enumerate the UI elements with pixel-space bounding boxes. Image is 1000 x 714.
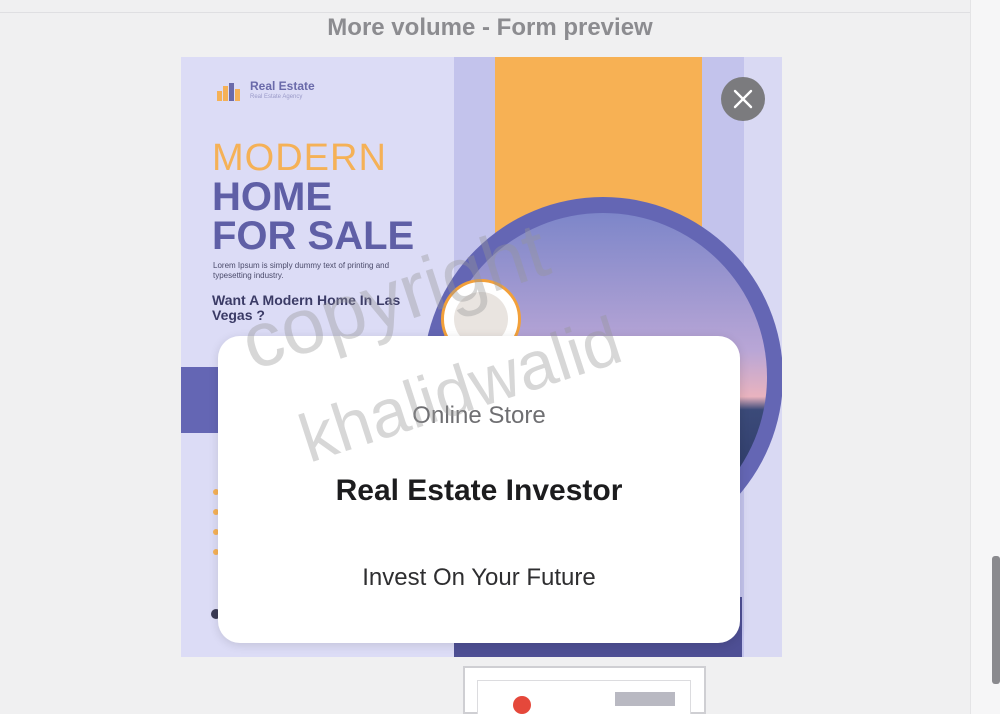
next-preview-thumbnail[interactable]	[463, 666, 706, 714]
ad-question: Want A Modern Home In Las Vegas ?	[212, 292, 401, 323]
divider	[0, 12, 1000, 13]
store-label: Online Store	[412, 402, 546, 429]
form-intro-card: Online Store Real Estate Investor Invest…	[218, 336, 740, 643]
form-tagline: Invest On Your Future	[362, 564, 596, 591]
form-title: Real Estate Investor	[335, 474, 623, 507]
ad-purple-band	[181, 367, 221, 433]
thumbnail-gray-shape	[615, 692, 675, 706]
headline-for-sale: FOR SALE	[212, 214, 415, 258]
thumbnail-red-shape	[513, 696, 531, 714]
logo-tagline: Real Estate Agency	[250, 94, 303, 100]
ad-body-text: Lorem Ipsum is simply dummy text of prin…	[213, 261, 390, 280]
logo-name: Real Estate	[250, 79, 315, 93]
close-button[interactable]	[721, 77, 765, 121]
brand-logo: Real Estate Real Estate Agency	[217, 79, 337, 105]
preview-title: More volume - Form preview	[327, 14, 653, 41]
headline-modern: MODERN	[212, 137, 387, 179]
scrollbar-thumb[interactable]	[992, 556, 1000, 684]
form-preview-page: More volume - Form preview Real Estate R…	[0, 0, 1000, 714]
building-icon	[217, 83, 240, 101]
close-icon	[733, 89, 753, 109]
